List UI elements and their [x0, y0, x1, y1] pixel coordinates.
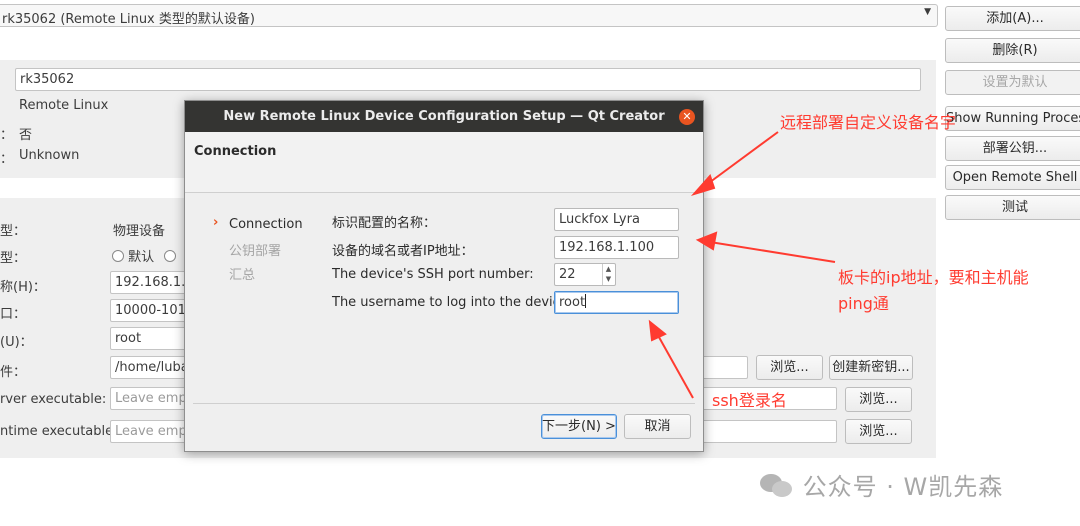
watermark-text: 公众号 · W凯先森	[802, 473, 1004, 501]
arrowhead-ip	[695, 231, 718, 251]
arrow-to-user-field	[654, 329, 694, 399]
annotation-arrows	[648, 131, 836, 399]
arrow-to-ip-field	[709, 241, 836, 263]
annotation-device-name: 远程部署自定义设备名字	[780, 113, 957, 132]
annotation-ssh-user: ssh登录名	[712, 391, 787, 410]
arrow-to-name-field	[701, 131, 779, 189]
wechat-logo-icon	[760, 472, 794, 498]
arrowhead-user	[648, 319, 667, 342]
watermark: 公众号 · W凯先森	[760, 467, 1003, 502]
annotation-ip-line2: ping通	[838, 294, 889, 313]
annotation-ip-line1: 板卡的ip地址，要和主机能	[838, 268, 1029, 287]
arrowhead-name	[690, 174, 716, 196]
